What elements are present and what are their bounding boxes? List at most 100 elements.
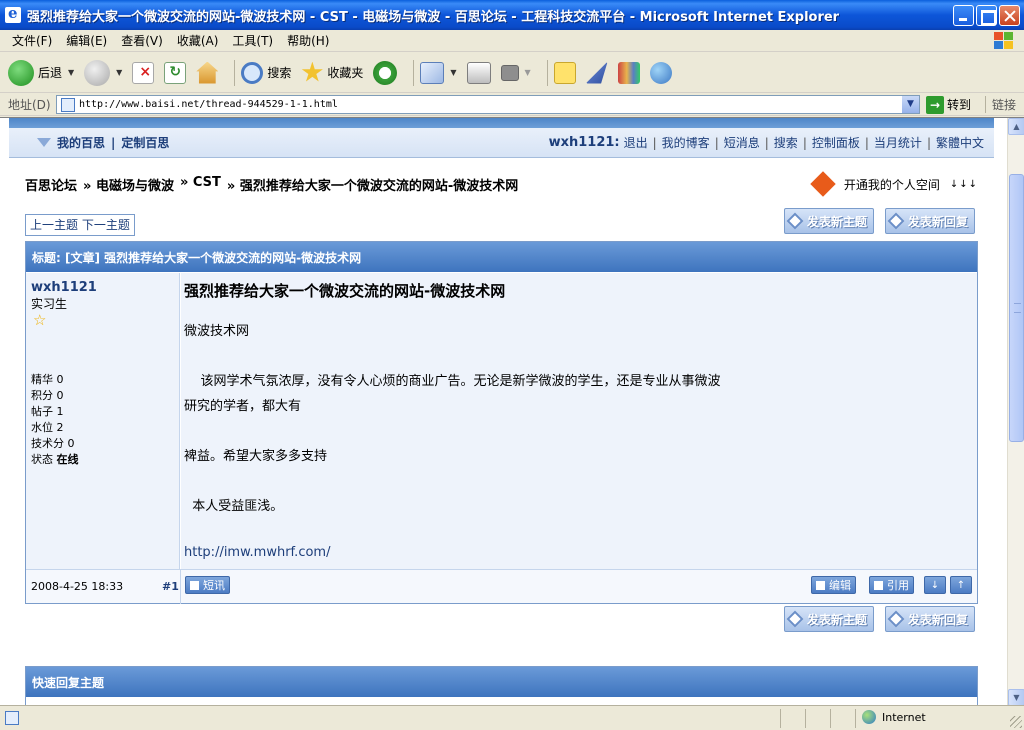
new-reply-label: 发表新回复 bbox=[908, 214, 969, 229]
history-icon bbox=[373, 60, 398, 85]
refresh-button[interactable]: ↻ bbox=[164, 61, 187, 84]
jump-down-button[interactable]: ↓ bbox=[924, 576, 946, 594]
links-button[interactable]: 链接 bbox=[985, 96, 1016, 113]
edit-button[interactable]: ▼ bbox=[500, 64, 531, 81]
post-line: 本人受益匪浅。 bbox=[184, 499, 284, 514]
contacts-button[interactable] bbox=[649, 61, 672, 84]
window-title: 强烈推荐给大家一个微波交流的网站-微波技术网 - CST - 电磁场与微波 - … bbox=[27, 9, 840, 25]
print-button[interactable] bbox=[466, 61, 491, 84]
address-url[interactable]: http://www.baisi.net/thread-944529-1-1.h… bbox=[79, 99, 338, 110]
menu-file[interactable]: 文件(F) bbox=[0, 32, 59, 49]
personal-space-link[interactable]: 开通我的个人空间 ↓↓↓ bbox=[810, 171, 978, 197]
menu-view[interactable]: 查看(V) bbox=[114, 32, 170, 49]
address-input[interactable]: http://www.baisi.net/thread-944529-1-1.h… bbox=[56, 95, 920, 114]
search-link[interactable]: 搜索 bbox=[774, 134, 798, 151]
quote-icon bbox=[874, 580, 883, 590]
new-thread-button-bottom[interactable]: 发表新主题 bbox=[784, 606, 875, 632]
status-divider bbox=[855, 709, 856, 728]
post-line: 研究的学者，都大有 bbox=[184, 399, 302, 414]
edit-post-button[interactable]: 编辑 bbox=[811, 576, 856, 594]
user-bar: 我的百思 | 定制百思 wxh1121: 退出 | 我的博客 | 短消息 | 搜… bbox=[9, 128, 994, 158]
page-status-icon bbox=[5, 711, 19, 725]
chevron-down-icon[interactable]: ▼ bbox=[902, 96, 919, 113]
prev-next-thread[interactable]: 上一主题 下一主题 bbox=[25, 214, 135, 236]
traditional-chinese-link[interactable]: 繁體中文 bbox=[936, 134, 984, 151]
back-label: 后退 bbox=[38, 66, 63, 80]
new-reply-button[interactable]: 发表新回复 bbox=[885, 208, 976, 234]
post-link[interactable]: http://imw.mwhrf.com/ bbox=[184, 545, 330, 560]
chevron-down-icon[interactable]: ▼ bbox=[116, 68, 122, 77]
menu-edit[interactable]: 编辑(E) bbox=[59, 32, 114, 49]
blog-link[interactable]: 我的博客 bbox=[662, 134, 710, 151]
scroll-down-button[interactable]: ▼ bbox=[1008, 689, 1024, 705]
menu-tools[interactable]: 工具(T) bbox=[225, 32, 280, 49]
home-button[interactable] bbox=[196, 61, 219, 84]
custom-baisi-link[interactable]: 定制百思 bbox=[121, 134, 169, 151]
close-button[interactable] bbox=[999, 5, 1020, 26]
menu-favorites[interactable]: 收藏(A) bbox=[170, 32, 226, 49]
divider: | bbox=[111, 135, 116, 150]
monthly-stats-link[interactable]: 当月统计 bbox=[874, 134, 922, 151]
chevron-down-icon[interactable]: ▼ bbox=[68, 68, 74, 77]
stop-button[interactable]: × bbox=[132, 61, 155, 84]
messenger-button[interactable] bbox=[585, 61, 608, 84]
stat-value: 0 bbox=[56, 389, 64, 402]
vertical-scrollbar[interactable]: ▲ ▼ bbox=[1007, 118, 1024, 705]
messages-link[interactable]: 短消息 bbox=[724, 134, 760, 151]
status-divider bbox=[830, 709, 831, 728]
quote-button[interactable]: 引用 bbox=[869, 576, 914, 594]
forward-button[interactable]: ▼ bbox=[84, 59, 122, 86]
contacts-icon bbox=[649, 61, 672, 84]
control-panel-link[interactable]: 控制面板 bbox=[812, 134, 860, 151]
notes-button[interactable] bbox=[553, 61, 576, 84]
breadcrumb-forum[interactable]: 百思论坛 bbox=[25, 175, 77, 194]
logout-link[interactable]: 退出 bbox=[624, 134, 648, 151]
arrow-up-icon: ↑ bbox=[956, 579, 966, 591]
mail-button[interactable]: ▼ bbox=[420, 61, 457, 84]
author-name[interactable]: wxh1121 bbox=[31, 280, 97, 295]
author-stats: 精华 0 积分 0 帖子 1 水位 2 技术分 0 状态 在线 bbox=[31, 372, 79, 468]
post-line: 裨益。希望大家多多支持 bbox=[184, 449, 328, 464]
edit-label: 编辑 bbox=[829, 579, 851, 592]
minimize-button[interactable] bbox=[953, 5, 974, 26]
divider: | bbox=[764, 135, 769, 150]
back-button[interactable]: 后退 ▼ bbox=[8, 59, 74, 86]
resize-grip[interactable] bbox=[1010, 716, 1022, 728]
breadcrumb-board[interactable]: » CST bbox=[180, 175, 221, 194]
status-bar: Internet bbox=[0, 705, 1024, 730]
footer-divider bbox=[180, 570, 181, 604]
username-link[interactable]: wxh1121: bbox=[549, 135, 620, 150]
research-button[interactable] bbox=[617, 61, 640, 84]
divider: | bbox=[714, 135, 719, 150]
post-footer: 2008-4-25 18:33 #1 短讯 编辑 引用 ↓ ↑ bbox=[26, 569, 977, 604]
zone-label: Internet bbox=[882, 710, 926, 724]
go-button[interactable]: → 转到 bbox=[926, 95, 971, 114]
quick-reply-header: 快速回复主题 bbox=[26, 667, 977, 697]
stat-value: 在线 bbox=[56, 453, 79, 466]
window-title-bar[interactable]: 强烈推荐给大家一个微波交流的网站-微波技术网 - CST - 电磁场与微波 - … bbox=[0, 0, 1024, 30]
new-reply-button-bottom[interactable]: 发表新回复 bbox=[885, 606, 976, 632]
scroll-thumb[interactable] bbox=[1009, 174, 1024, 442]
favorites-button[interactable]: 收藏夹 bbox=[301, 61, 363, 84]
stat-value: 1 bbox=[56, 405, 64, 418]
quick-reply-panel: 快速回复主题 bbox=[25, 666, 978, 705]
new-thread-button[interactable]: 发表新主题 bbox=[784, 208, 875, 234]
my-baisi-link[interactable]: 我的百思 bbox=[57, 134, 105, 151]
stat-value: 0 bbox=[56, 373, 64, 386]
new-thread-label: 发表新主题 bbox=[807, 612, 868, 627]
chevron-down-icon[interactable]: ▼ bbox=[450, 68, 456, 77]
history-button[interactable] bbox=[373, 60, 398, 85]
breadcrumb-thread: » 强烈推荐给大家一个微波交流的网站-微波技术网 bbox=[226, 179, 519, 194]
search-button[interactable]: 搜索 bbox=[241, 61, 291, 84]
maximize-button[interactable] bbox=[976, 5, 997, 26]
breadcrumb-section[interactable]: » 电磁场与微波 bbox=[83, 175, 174, 194]
chevron-down-icon[interactable]: ▼ bbox=[525, 68, 531, 77]
post-body: 强烈推荐给大家一个微波交流的网站-微波技术网 微波技术网 该网学术气氛浓厚，没有… bbox=[181, 273, 977, 569]
post-floor[interactable]: #1 bbox=[162, 580, 179, 593]
menu-help[interactable]: 帮助(H) bbox=[280, 32, 336, 49]
post-header: 标题: [文章] 强烈推荐给大家一个微波交流的网站-微波技术网 bbox=[26, 242, 977, 272]
jump-up-button[interactable]: ↑ bbox=[950, 576, 972, 594]
scroll-up-button[interactable]: ▲ bbox=[1008, 118, 1024, 135]
mail-icon bbox=[420, 61, 445, 84]
sms-button[interactable]: 短讯 bbox=[185, 576, 230, 594]
